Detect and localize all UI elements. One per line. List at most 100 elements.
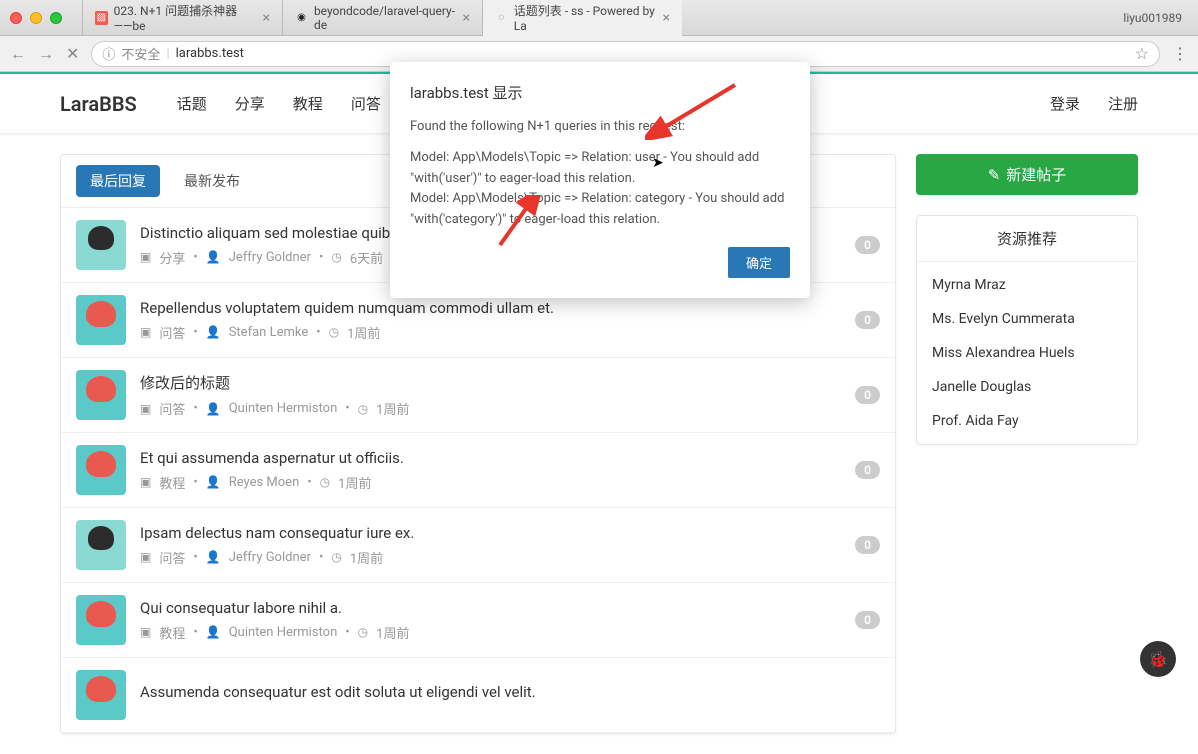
topic-meta: ▣问答•👤Quinten Hermiston•◷1周前 <box>140 399 841 418</box>
cursor-icon: ➤ <box>652 155 664 171</box>
bug-icon: 🐞 <box>1148 650 1168 669</box>
topic-row[interactable]: Qui consequatur labore nihil a.▣教程•👤Quin… <box>61 583 895 658</box>
topic-author[interactable]: Quinten Hermiston <box>229 625 338 640</box>
clock-icon: ◷ <box>329 325 339 339</box>
topic-title[interactable]: Qui consequatur labore nihil a. <box>140 599 841 617</box>
new-post-label: 新建帖子 <box>1006 164 1066 185</box>
dialog-body: Found the following N+1 queries in this … <box>410 117 790 231</box>
topic-time: 1周前 <box>338 473 371 492</box>
resource-link[interactable]: Myrna Mraz <box>917 268 1137 302</box>
tab-title: 023. N+1 问题捕杀神器 ——be <box>114 2 257 33</box>
sidebar: ✎ 新建帖子 资源推荐 Myrna MrazMs. Evelyn Cummera… <box>916 154 1138 734</box>
avatar[interactable] <box>76 595 126 645</box>
avatar[interactable] <box>76 520 126 570</box>
window-controls <box>10 12 62 24</box>
info-icon: ⓘ <box>102 44 115 63</box>
reply-count-badge: 0 <box>855 236 880 254</box>
register-link[interactable]: 注册 <box>1108 93 1138 114</box>
topic-title[interactable]: Assumenda consequatur est odit soluta ut… <box>140 683 880 701</box>
browser-tab-1[interactable]: ◉ beyondcode/laravel-query-de × <box>282 0 482 36</box>
reply-count-badge: 0 <box>855 611 880 629</box>
navbar-right: 登录 注册 <box>1050 93 1138 114</box>
topic-category[interactable]: 教程 <box>159 473 185 492</box>
topic-author[interactable]: Stefan Lemke <box>229 325 309 340</box>
folder-icon: ▣ <box>140 550 151 564</box>
resource-link[interactable]: Prof. Aida Fay <box>917 404 1137 438</box>
nav-qa[interactable]: 问答 <box>351 93 381 114</box>
avatar[interactable] <box>76 295 126 345</box>
browser-tab-2[interactable]: ◌ 话题列表 - ss - Powered by La × <box>482 0 682 36</box>
tab-newest[interactable]: 最新发布 <box>170 165 254 197</box>
topic-category[interactable]: 问答 <box>159 399 185 418</box>
topic-row[interactable]: Assumenda consequatur est odit soluta ut… <box>61 658 895 733</box>
avatar[interactable] <box>76 220 126 270</box>
close-tab-icon[interactable]: × <box>463 10 470 26</box>
close-window-icon[interactable] <box>10 12 22 24</box>
topic-meta: ▣教程•👤Reyes Moen•◷1周前 <box>140 473 841 492</box>
tab-favicon-0: ▧ <box>95 11 108 25</box>
topic-category[interactable]: 问答 <box>159 323 185 342</box>
user-icon: 👤 <box>206 550 221 564</box>
topic-row[interactable]: Ipsam delectus nam consequatur iure ex. ▣… <box>61 508 895 583</box>
topic-row[interactable]: Et qui assumenda aspernatur ut officiis.… <box>61 433 895 508</box>
topic-author[interactable]: Jeffry Goldner <box>229 250 311 265</box>
browser-profile[interactable]: liyu001989 <box>1117 11 1188 25</box>
topic-category[interactable]: 分享 <box>159 248 185 267</box>
resource-link[interactable]: Janelle Douglas <box>917 370 1137 404</box>
tab-title: 话题列表 - ss - Powered by La <box>514 2 657 33</box>
nav-links: 话题 分享 教程 问答 公 <box>177 93 424 114</box>
user-icon: 👤 <box>206 402 221 416</box>
topic-author[interactable]: Jeffry Goldner <box>229 550 311 565</box>
pencil-icon: ✎ <box>988 166 1001 184</box>
separator: | <box>166 46 169 61</box>
resource-link[interactable]: Ms. Evelyn Cummerata <box>917 302 1137 336</box>
stop-reload-button[interactable]: ✕ <box>66 44 79 63</box>
browser-tab-0[interactable]: ▧ 023. N+1 问题捕杀神器 ——be × <box>82 0 282 36</box>
alert-dialog: larabbs.test 显示 Found the following N+1 … <box>390 62 810 298</box>
clock-icon: ◷ <box>331 550 341 564</box>
close-tab-icon[interactable]: × <box>663 10 670 26</box>
nav-tutorial[interactable]: 教程 <box>293 93 323 114</box>
topic-title[interactable]: Ipsam delectus nam consequatur iure ex. <box>140 524 841 542</box>
github-icon: ◉ <box>295 11 308 25</box>
dialog-line2: Model: App\Models\Topic => Relation: use… <box>410 150 759 186</box>
minimize-window-icon[interactable] <box>30 12 42 24</box>
clock-icon: ◷ <box>358 402 368 416</box>
insecure-label: 不安全 <box>121 44 160 63</box>
forward-button[interactable]: → <box>38 44 54 64</box>
topic-row[interactable]: 修改后的标题▣问答•👤Quinten Hermiston•◷1周前0 <box>61 358 895 433</box>
folder-icon: ▣ <box>140 250 151 264</box>
nav-share[interactable]: 分享 <box>235 93 265 114</box>
topic-category[interactable]: 教程 <box>159 623 185 642</box>
avatar[interactable] <box>76 445 126 495</box>
topic-time: 1周前 <box>376 399 409 418</box>
topic-category[interactable]: 问答 <box>159 548 185 567</box>
close-tab-icon[interactable]: × <box>263 10 270 26</box>
debug-button[interactable]: 🐞 <box>1140 641 1176 677</box>
reply-count-badge: 0 <box>855 461 880 479</box>
nav-topics[interactable]: 话题 <box>177 93 207 114</box>
folder-icon: ▣ <box>140 475 151 489</box>
topic-author[interactable]: Quinten Hermiston <box>229 401 338 416</box>
dialog-confirm-button[interactable]: 确定 <box>728 247 790 278</box>
tab-last-reply[interactable]: 最后回复 <box>76 165 160 197</box>
back-button[interactable]: ← <box>10 44 26 64</box>
folder-icon: ▣ <box>140 325 151 339</box>
topic-title[interactable]: Repellendus voluptatem quidem numquam co… <box>140 299 841 317</box>
topic-author[interactable]: Reyes Moen <box>229 475 300 490</box>
maximize-window-icon[interactable] <box>50 12 62 24</box>
resources-card: 资源推荐 Myrna MrazMs. Evelyn CummerataMiss … <box>916 215 1138 445</box>
avatar[interactable] <box>76 670 126 720</box>
avatar[interactable] <box>76 370 126 420</box>
topic-body: Repellendus voluptatem quidem numquam co… <box>140 299 841 342</box>
resource-link[interactable]: Miss Alexandrea Huels <box>917 336 1137 370</box>
login-link[interactable]: 登录 <box>1050 93 1080 114</box>
topic-title[interactable]: 修改后的标题 <box>140 372 841 393</box>
topic-title[interactable]: Et qui assumenda aspernatur ut officiis. <box>140 449 841 467</box>
brand-logo[interactable]: LaraBBS <box>60 92 137 116</box>
new-post-button[interactable]: ✎ 新建帖子 <box>916 154 1138 195</box>
reply-count-badge: 0 <box>855 386 880 404</box>
browser-menu-icon[interactable]: ⋮ <box>1172 44 1188 63</box>
bookmark-icon[interactable]: ☆ <box>1135 44 1149 63</box>
topic-meta: ▣问答•👤Stefan Lemke•◷1周前 <box>140 323 841 342</box>
